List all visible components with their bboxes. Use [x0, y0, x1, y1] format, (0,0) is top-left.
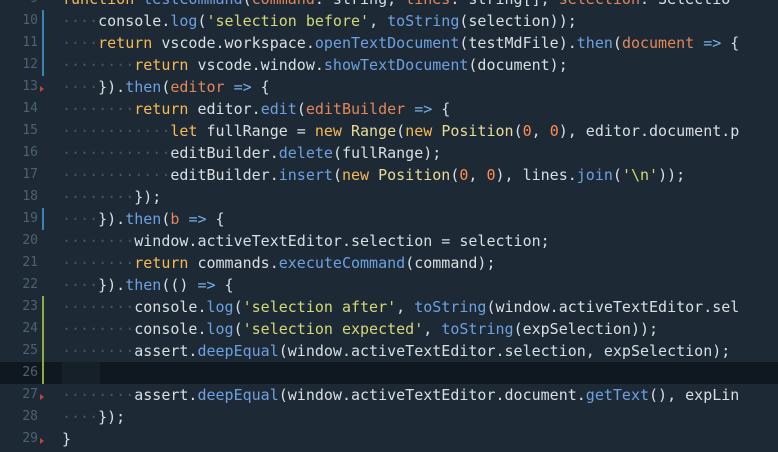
- code-line[interactable]: 24 ········console.log('selection expecte…: [0, 318, 778, 340]
- code-line[interactable]: 13 ····}).then(editor => {: [0, 76, 778, 98]
- code-text: ········assert.deepEqual(window.activeTe…: [62, 342, 731, 360]
- line-number: 15: [22, 123, 38, 138]
- code-line[interactable]: 14 ········return editor.edit(editBuilder…: [0, 98, 778, 120]
- code-text: ········console.log('selection expected'…: [62, 320, 659, 338]
- code-line[interactable]: 23 ········console.log('selection after',…: [0, 296, 778, 318]
- line-number: 29: [22, 431, 38, 446]
- code-text: ············let fullRange = new Range(ne…: [62, 122, 740, 140]
- line-number: 27: [22, 387, 38, 402]
- code-text: ····}).then(() => {: [62, 276, 234, 294]
- code-line[interactable]: 12 ········return vscode.window.showTextD…: [0, 54, 778, 76]
- line-number: 21: [22, 255, 38, 270]
- code-text: ········return editor.edit(editBuilder =…: [62, 100, 451, 118]
- code-text: ············editBuilder.delete(fullRange…: [62, 144, 442, 162]
- modified-line-marker: [42, 54, 44, 76]
- line-number: 11: [22, 35, 38, 50]
- code-line[interactable]: 11 ····return vscode.workspace.openTextDo…: [0, 32, 778, 54]
- code-text: ········});: [62, 188, 162, 206]
- modified-line-marker: [42, 10, 44, 32]
- code-line[interactable]: 9 function testCommand(command: string, l…: [0, 0, 778, 10]
- line-number: 25: [22, 343, 38, 358]
- code-line[interactable]: 28 ····});: [0, 406, 778, 428]
- deleted-lines-marker-icon: [40, 86, 44, 92]
- line-number: 16: [22, 145, 38, 160]
- added-line-marker: [42, 318, 44, 340]
- code-text: ········return vscode.window.showTextDoc…: [62, 56, 568, 74]
- code-line[interactable]: 21 ········return commands.executeCommand…: [0, 252, 778, 274]
- code-text: function testCommand(command: string, li…: [62, 0, 730, 10]
- code-line[interactable]: 26: [0, 362, 778, 384]
- code-line[interactable]: 16 ············editBuilder.delete(fullRan…: [0, 142, 778, 164]
- code-text: ····}).then(b => {: [62, 210, 225, 228]
- line-number: 22: [22, 277, 38, 292]
- line-number: 19: [22, 211, 38, 226]
- code-line[interactable]: 27 ········assert.deepEqual(window.active…: [0, 384, 778, 406]
- line-number: 14: [22, 101, 38, 116]
- line-number: 12: [22, 57, 38, 72]
- line-number: 17: [22, 167, 38, 182]
- line-number: 10: [22, 13, 38, 28]
- code-line[interactable]: 18 ········});: [0, 186, 778, 208]
- line-number: 26: [22, 365, 38, 380]
- cursor-line-highlight: [62, 362, 100, 384]
- added-line-marker: [42, 362, 44, 384]
- code-line[interactable]: 19 ····}).then(b => {: [0, 208, 778, 230]
- added-line-marker: [42, 296, 44, 318]
- line-number: 24: [22, 321, 38, 336]
- deleted-lines-marker-icon: [40, 394, 44, 400]
- line-number: 20: [22, 233, 38, 248]
- deleted-lines-marker-icon: [40, 438, 44, 444]
- code-line[interactable]: 29}: [0, 428, 778, 450]
- code-text: ····console.log('selection before', toSt…: [62, 12, 577, 30]
- modified-line-marker: [42, 208, 44, 230]
- code-text: ····}).then(editor => {: [62, 78, 270, 96]
- code-line[interactable]: 22 ····}).then(() => {: [0, 274, 778, 296]
- code-text: ········return commands.executeCommand(c…: [62, 254, 496, 272]
- code-text: ············editBuilder.insert(new Posit…: [62, 166, 686, 184]
- code-text: ········console.log('selection after', t…: [62, 298, 740, 316]
- added-line-marker: [42, 340, 44, 362]
- code-line[interactable]: 25 ········assert.deepEqual(window.active…: [0, 340, 778, 362]
- modified-line-marker: [42, 32, 44, 54]
- code-text: }: [62, 430, 72, 448]
- code-text: ····});: [62, 408, 126, 426]
- line-number: 13: [22, 79, 38, 94]
- code-editor[interactable]: 9 function testCommand(command: string, l…: [0, 0, 778, 452]
- code-line[interactable]: 20 ········window.activeTextEditor.select…: [0, 230, 778, 252]
- code-text: ········window.activeTextEditor.selectio…: [62, 232, 550, 250]
- code-line[interactable]: 10 ····console.log('selection before', to…: [0, 10, 778, 32]
- line-number: 9: [0, 0, 38, 10]
- line-number: 18: [22, 189, 38, 204]
- code-line[interactable]: 15 ············let fullRange = new Range(…: [0, 120, 778, 142]
- code-text: ········assert.deepEqual(window.activeTe…: [62, 386, 740, 404]
- line-number: 23: [22, 299, 38, 314]
- line-number: 28: [22, 409, 38, 424]
- code-text: ····return vscode.workspace.openTextDocu…: [62, 34, 740, 52]
- code-line[interactable]: 17 ············editBuilder.insert(new Pos…: [0, 164, 778, 186]
